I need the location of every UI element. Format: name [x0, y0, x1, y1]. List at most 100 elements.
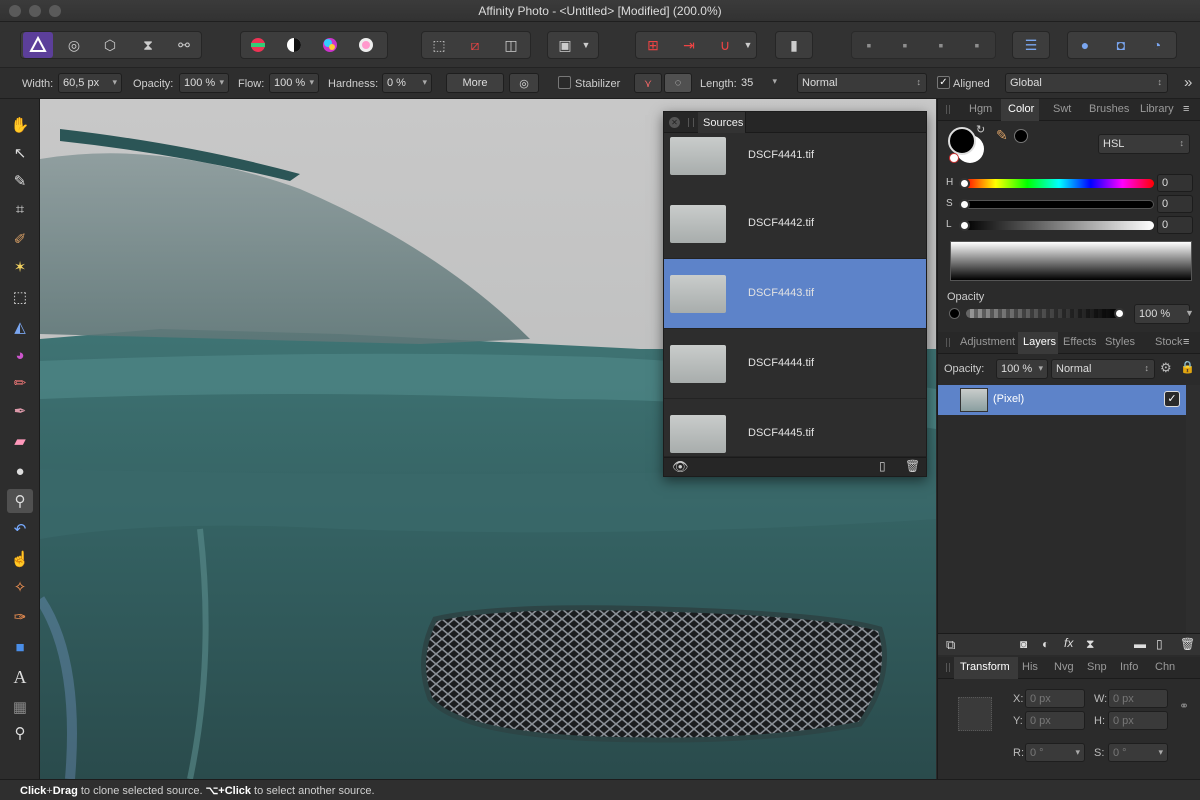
panel-menu-icon[interactable]: ≡: [1183, 103, 1189, 115]
x-field[interactable]: 0 px: [1025, 689, 1085, 708]
lightness-value-field[interactable]: 0: [1157, 216, 1193, 234]
source-item-selected[interactable]: DSCF4443.tif: [664, 259, 926, 329]
shear-field[interactable]: 0 °: [1108, 743, 1168, 762]
rope-mode-icon[interactable]: ⋎: [634, 73, 662, 93]
flow-field[interactable]: 100 %: [269, 73, 319, 93]
w-field[interactable]: 0 px: [1108, 689, 1168, 708]
chevron-down-icon[interactable]: ▼: [740, 32, 756, 58]
chevron-down-icon[interactable]: ▼: [1185, 308, 1194, 318]
saturation-slider-knob[interactable]: [959, 199, 970, 210]
source-item[interactable]: DSCF4444.tif: [664, 329, 926, 399]
layer-blend-mode-select[interactable]: Normal: [1051, 359, 1155, 379]
tab-sources[interactable]: Sources: [698, 112, 746, 133]
eyedropper-icon[interactable]: ✎: [996, 127, 1008, 144]
align-icon[interactable]: ☰: [1016, 32, 1046, 58]
drag-handle-icon[interactable]: [946, 338, 950, 347]
assistant-icon[interactable]: ▮: [779, 32, 809, 58]
layer-visibility-checkbox[interactable]: ✓: [1164, 391, 1180, 407]
opacity-slider[interactable]: [966, 309, 1122, 318]
drag-handle-icon[interactable]: [946, 663, 950, 672]
adjustment-layer-icon[interactable]: ◐: [1042, 637, 1049, 651]
erase-tool-icon[interactable]: ▰: [7, 429, 33, 453]
blur-brush-tool-icon[interactable]: ☝: [7, 547, 33, 571]
source-item[interactable]: DSCF4442.tif: [664, 189, 926, 259]
tab-snapshots[interactable]: Snp: [1087, 661, 1107, 673]
lightness-slider-knob[interactable]: [959, 220, 970, 231]
view-tool-icon[interactable]: ✋: [7, 113, 33, 137]
width-field[interactable]: 60,5 px: [58, 73, 122, 93]
magnet-icon[interactable]: ∪: [710, 32, 740, 58]
overflow-chevron-icon[interactable]: »: [1184, 74, 1192, 91]
lock-icon[interactable]: 🔒: [1180, 360, 1195, 374]
layer-opacity-field[interactable]: 100 %: [996, 359, 1048, 379]
new-layer-icon[interactable]: ▯: [1156, 637, 1163, 651]
opacity-slider-knob[interactable]: [1114, 308, 1125, 319]
tab-info[interactable]: Info: [1120, 661, 1138, 673]
tab-navigator[interactable]: Nvg: [1054, 661, 1074, 673]
more-button[interactable]: More: [446, 73, 504, 93]
brush-options-icon[interactable]: ◎: [509, 73, 539, 93]
color-replacement-tool-icon[interactable]: ✒: [7, 399, 33, 423]
rectangle-tool-icon[interactable]: ■: [7, 635, 33, 659]
close-icon[interactable]: ✕: [669, 117, 680, 128]
layers-scrollbar[interactable]: [1186, 385, 1200, 633]
tab-layers[interactable]: Layers: [1023, 336, 1056, 348]
move-to-back-icon[interactable]: ▪: [854, 32, 884, 58]
opacity-field[interactable]: 100 %: [179, 73, 229, 93]
auto-colors-icon[interactable]: [315, 32, 345, 58]
saturation-slider[interactable]: [964, 200, 1154, 209]
h-field[interactable]: 0 px: [1108, 711, 1168, 730]
move-icon[interactable]: ⇥: [674, 32, 704, 58]
y-field[interactable]: 0 px: [1025, 711, 1085, 730]
tab-effects[interactable]: Effects: [1063, 336, 1096, 348]
swap-colors-icon[interactable]: ↻: [976, 123, 985, 136]
trash-icon[interactable]: 🗑: [1180, 637, 1195, 651]
tab-history[interactable]: His: [1022, 661, 1038, 673]
fx-icon[interactable]: fx: [1064, 636, 1073, 650]
tab-stock[interactable]: Stock: [1155, 336, 1183, 348]
tab-color[interactable]: Color: [1008, 103, 1034, 115]
auto-levels-icon[interactable]: [243, 32, 273, 58]
text-tool-icon[interactable]: A: [7, 665, 33, 689]
drag-handle-icon[interactable]: [946, 105, 950, 114]
auto-white-balance-icon[interactable]: [351, 32, 381, 58]
export-persona-icon[interactable]: ⚯: [169, 32, 199, 58]
pen-tool-icon[interactable]: ✑: [7, 605, 33, 629]
tone-mapping-persona-icon[interactable]: ⧗: [133, 32, 163, 58]
move-forward-one-icon[interactable]: ▪: [926, 32, 956, 58]
liquify-persona-icon[interactable]: ◎: [59, 32, 89, 58]
clone-brush-tool-icon[interactable]: ⚲: [7, 489, 33, 513]
hardness-field[interactable]: 0 %: [382, 73, 432, 93]
zoom-tool-icon[interactable]: ⚲: [7, 721, 33, 745]
paint-brush-tool-icon[interactable]: ✏: [7, 371, 33, 395]
saturation-value-field[interactable]: 0: [1157, 195, 1193, 213]
flood-select-tool-icon[interactable]: ✶: [7, 255, 33, 279]
no-fill-icon[interactable]: [949, 153, 959, 163]
move-back-one-icon[interactable]: ▪: [890, 32, 920, 58]
color-ramp[interactable]: [950, 241, 1192, 281]
gear-icon[interactable]: ⚙: [1160, 360, 1172, 376]
grid-icon[interactable]: ⊞: [638, 32, 668, 58]
gradient-tool-icon[interactable]: ◕: [7, 343, 33, 367]
intersect-shape-icon[interactable]: ◔: [1142, 32, 1172, 58]
subtract-shape-icon[interactable]: ◘: [1106, 32, 1136, 58]
link-icon[interactable]: ⚭: [1179, 699, 1189, 713]
drag-handle-icon[interactable]: [688, 118, 694, 127]
selection-brush-tool-icon[interactable]: ✐: [7, 227, 33, 251]
lightness-slider[interactable]: [964, 221, 1154, 230]
aligned-checkbox[interactable]: ✓: [937, 76, 950, 89]
add-source-icon[interactable]: ▯: [879, 459, 886, 473]
tab-styles[interactable]: Styles: [1105, 336, 1135, 348]
window-mode-icon[interactable]: ◌: [664, 73, 692, 93]
select-all-icon[interactable]: ⬚: [424, 32, 454, 58]
rotation-field[interactable]: 0 °: [1025, 743, 1085, 762]
panel-menu-icon[interactable]: ≡: [1183, 336, 1189, 348]
marquee-tool-icon[interactable]: ⬚: [7, 285, 33, 309]
tab-histogram[interactable]: Hgm: [969, 103, 992, 115]
sample-source-select[interactable]: Global: [1005, 73, 1168, 93]
auto-contrast-icon[interactable]: [279, 32, 309, 58]
folder-icon[interactable]: ▬: [1134, 637, 1146, 651]
dodge-tool-icon[interactable]: ●: [7, 459, 33, 483]
deselect-icon[interactable]: ⧄: [460, 32, 490, 58]
tab-swatches[interactable]: Swt: [1053, 103, 1071, 115]
